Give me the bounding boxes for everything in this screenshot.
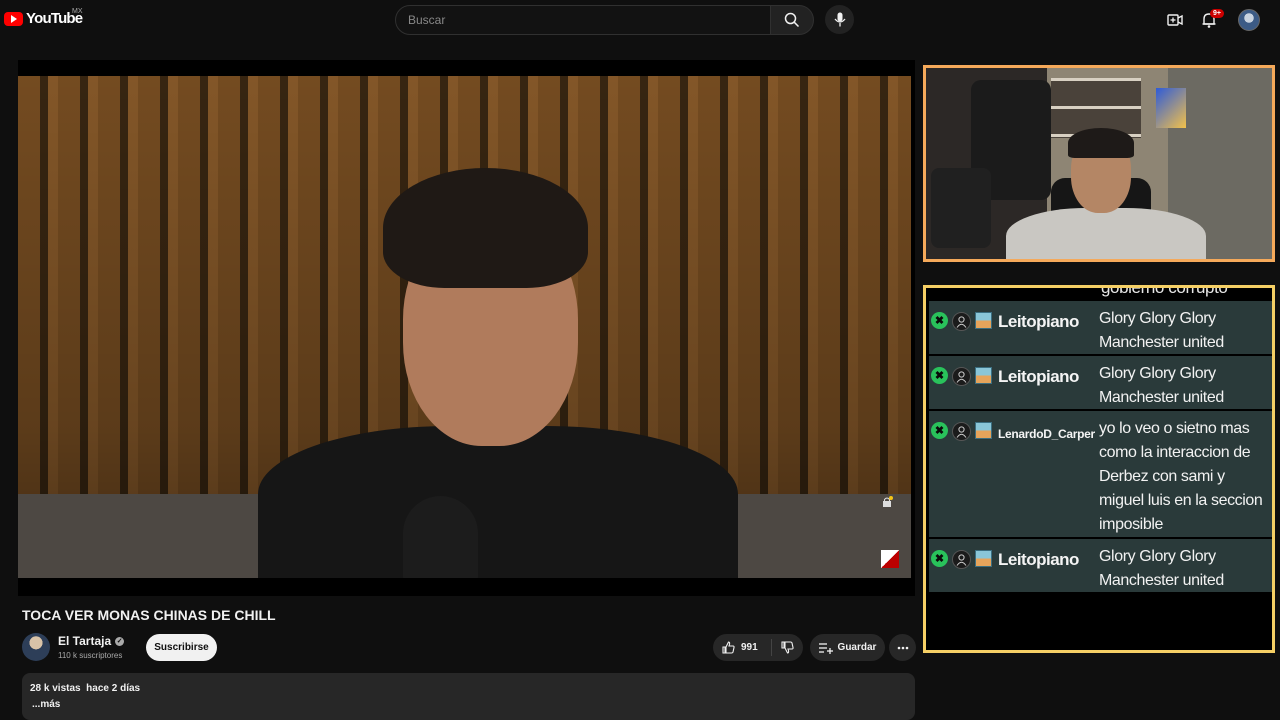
save-button[interactable]: Guardar: [810, 634, 885, 661]
cam-streamer-body: [1006, 208, 1206, 259]
create-video-icon: [1167, 14, 1183, 26]
channel-watermark-icon: [881, 550, 899, 568]
channel-name[interactable]: El Tartaja: [58, 634, 111, 648]
chat-text: Glory Glory Glory Manchester united: [1099, 310, 1224, 351]
voice-search-button[interactable]: [825, 5, 854, 34]
thumbs-down-icon: [781, 641, 794, 654]
user-badge-icon: [952, 312, 971, 331]
user-badge-icon: [952, 367, 971, 386]
save-label: Guardar: [837, 642, 877, 653]
chat-badges: ✖ LenardoD_Carper: [929, 411, 1099, 537]
subscriber-count: 110 k suscriptores: [58, 651, 123, 660]
like-dislike-group: 991: [713, 634, 803, 661]
cam-mic-stand: [931, 168, 991, 248]
upload-date: hace 2 días: [86, 683, 141, 694]
moderator-badge-icon: ✖: [931, 422, 948, 439]
cam-streamer-headphones: [1068, 128, 1134, 158]
like-count: 991: [741, 642, 758, 653]
show-more-link[interactable]: ...más: [30, 699, 907, 710]
playlist-add-icon: [818, 642, 833, 654]
video-title: TOCA VER MONAS CHINAS DE CHILL: [22, 607, 276, 623]
youtube-play-icon: [4, 11, 23, 26]
video-frame[interactable]: [18, 76, 911, 578]
dislike-button[interactable]: [772, 634, 803, 661]
chat-partial-message: gobierno corrupto: [1101, 285, 1228, 297]
chat-text: Glory Glory Glory Manchester united: [1099, 548, 1224, 589]
chat-message: ✖ Leitopiano Glory Glory Glory Mancheste…: [929, 356, 1272, 409]
scene-person-body: [258, 426, 738, 578]
thumbs-up-icon: [722, 641, 735, 654]
chat-username: LenardoD_Carper: [998, 427, 1095, 441]
subscribe-button[interactable]: Suscribirse: [146, 634, 217, 661]
video-player[interactable]: [18, 60, 915, 596]
user-emote-icon: [975, 367, 992, 384]
verified-check-icon: ✓: [115, 636, 125, 646]
user-emote-icon: [975, 422, 992, 439]
scene-microphone: [403, 496, 478, 578]
moderator-badge-icon: ✖: [931, 312, 948, 329]
search-button[interactable]: [770, 5, 814, 35]
webcam-overlay: [923, 65, 1275, 262]
chat-message: ✖ LenardoD_Carper yo lo veo o sietno mas…: [929, 411, 1272, 537]
youtube-logo[interactable]: YouTube MX: [4, 8, 83, 27]
moderator-badge-icon: ✖: [931, 550, 948, 567]
chat-username: Leitopiano: [998, 550, 1079, 569]
chat-text: Glory Glory Glory Manchester united: [1099, 365, 1224, 406]
chat-overlay: gobierno corrupto ✖ Leitopiano Glory Glo…: [923, 285, 1275, 653]
chat-username: Leitopiano: [998, 312, 1079, 331]
user-badge-icon: [952, 550, 971, 569]
user-emote-icon: [975, 550, 992, 567]
user-emote-icon: [975, 312, 992, 329]
chat-badges: ✖ Leitopiano: [929, 539, 1099, 592]
microphone-icon: [834, 12, 845, 27]
search-input[interactable]: [396, 6, 770, 34]
description-box[interactable]: 28 k vistas hace 2 días ...más: [22, 673, 915, 720]
channel-avatar[interactable]: [22, 633, 50, 661]
chat-username: Leitopiano: [998, 367, 1079, 386]
cam-poster: [1156, 88, 1186, 128]
chat-badges: ✖ Leitopiano: [929, 356, 1099, 409]
view-count: 28 k vistas: [30, 683, 81, 694]
channel-name-row[interactable]: El Tartaja ✓: [58, 634, 125, 648]
chat-message: ✖ Leitopiano Glory Glory Glory Mancheste…: [929, 539, 1272, 592]
search-box: [395, 5, 771, 35]
top-bar: YouTube MX 9+: [0, 0, 1280, 40]
chat-badges: ✖ Leitopiano: [929, 301, 1099, 354]
notification-badge: 9+: [1210, 9, 1224, 18]
more-actions-button[interactable]: [889, 634, 916, 661]
search-icon: [784, 12, 800, 28]
description-meta: 28 k vistas hace 2 días: [30, 683, 907, 694]
create-button[interactable]: [1165, 10, 1185, 30]
chat-text: yo lo veo o sietno mas como la interacci…: [1099, 420, 1263, 533]
account-avatar[interactable]: [1238, 9, 1260, 31]
like-button[interactable]: 991: [713, 634, 771, 661]
more-horizontal-icon: [897, 646, 908, 649]
lock-icon: [883, 496, 893, 507]
moderator-badge-icon: ✖: [931, 367, 948, 384]
chat-message: ✖ Leitopiano Glory Glory Glory Mancheste…: [929, 301, 1272, 354]
scene-person-hair: [383, 168, 588, 288]
region-code: MX: [72, 8, 83, 15]
user-badge-icon: [952, 422, 971, 441]
